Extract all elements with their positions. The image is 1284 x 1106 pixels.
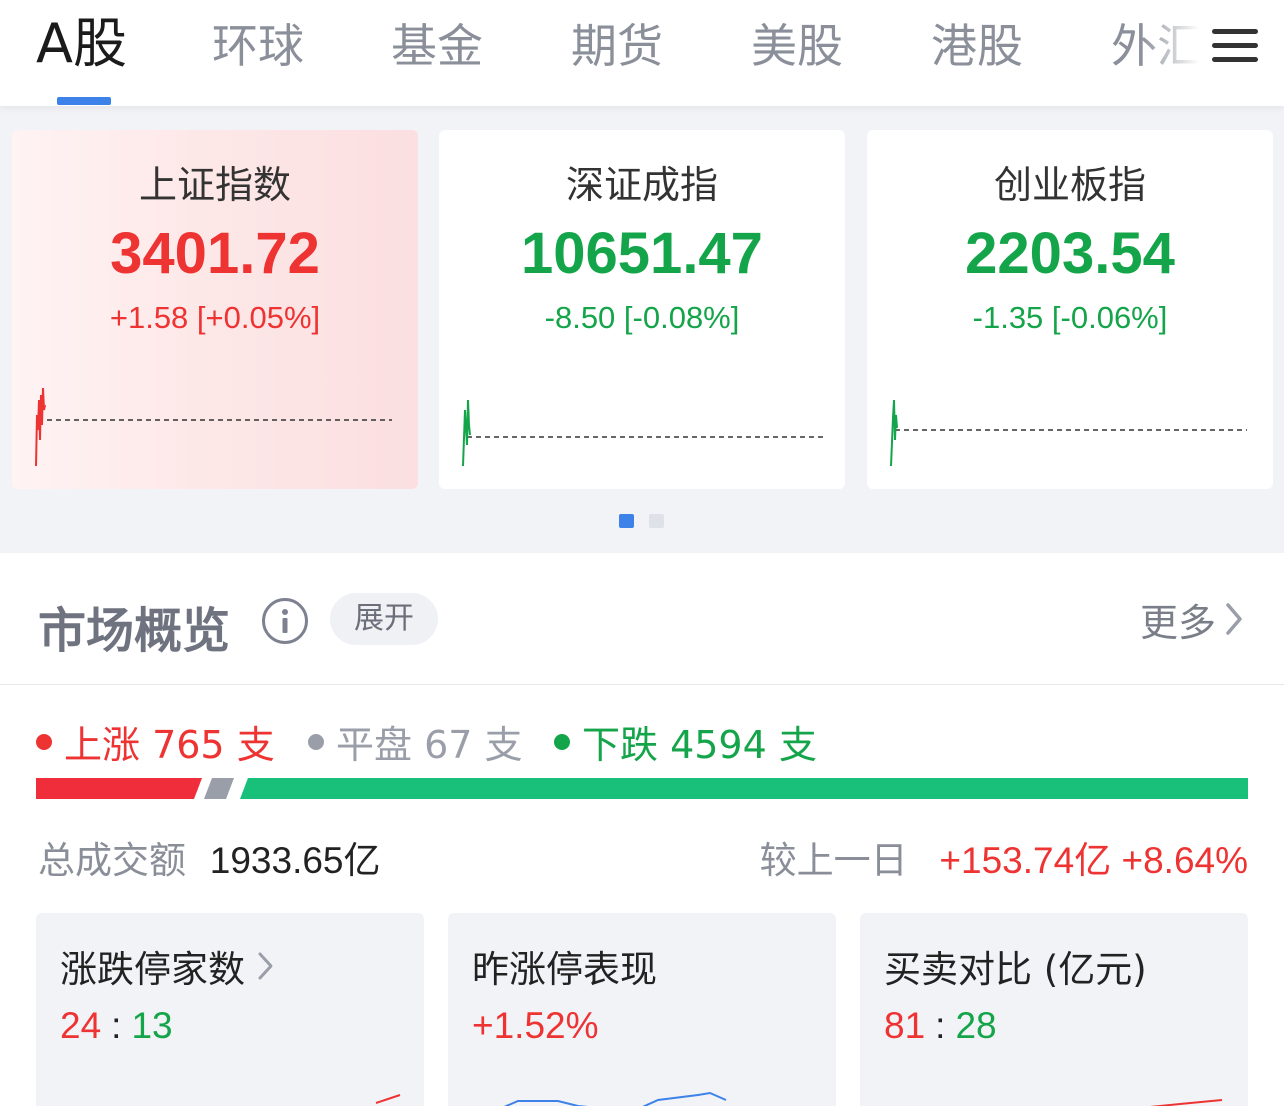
advancers-label: 上涨 765 支 — [64, 723, 275, 767]
index-card-shenzhen[interactable]: 深证成指 10651.47 -8.50 [-0.08%] — [439, 130, 845, 489]
tab-us-stocks[interactable]: 美股 — [751, 14, 843, 78]
turnover-row: 总成交额 1933.65亿 较上一日 +153.74亿 +8.64% — [38, 830, 1248, 882]
section-title: 市场概览 — [38, 603, 231, 659]
chevron-right-icon — [258, 952, 273, 980]
index-name: 上证指数 — [138, 163, 291, 207]
yesterday-limit-up-card[interactable]: 昨涨停表现 +1.52% — [448, 913, 836, 1106]
index-name: 创业板指 — [993, 163, 1146, 207]
card-sparkline — [503, 1091, 727, 1106]
index-name: 深证成指 — [565, 163, 718, 207]
card-title: 涨跌停家数 — [60, 939, 277, 993]
turnover-compare: 较上一日 +153.74亿 +8.64% — [760, 830, 1248, 884]
flat-dot-icon — [308, 733, 324, 750]
card-title: 昨涨停表现 — [472, 948, 657, 991]
tab-funds[interactable]: 基金 — [391, 14, 483, 78]
sell-amount: 28 — [955, 1005, 997, 1046]
yesterday-limit-performance: +1.52% — [472, 1005, 599, 1046]
expand-button[interactable]: 展开 — [330, 593, 438, 645]
up-dot-icon — [36, 733, 52, 750]
market-overview-header: 市场概览 展开 更多 — [0, 553, 1284, 685]
limit-ratio: 24:13 — [60, 1005, 173, 1046]
card-sparkline — [1149, 1099, 1223, 1106]
limit-up-down-card[interactable]: 涨跌停家数 24:13 — [36, 913, 424, 1106]
buy-sell-ratio: 81:28 — [884, 1005, 997, 1046]
index-cards-carousel: 上证指数 3401.72 +1.58 [+0.05%] 深证成指 10651.4… — [0, 106, 1284, 553]
active-tab-indicator — [57, 97, 111, 105]
buy-sell-ratio-card[interactable]: 买卖对比 (亿元) 81:28 — [860, 913, 1248, 1106]
compare-change: +153.74亿 +8.64% — [939, 840, 1248, 881]
index-card-shanghai[interactable]: 上证指数 3401.72 +1.58 [+0.05%] — [12, 130, 418, 489]
index-sparkline — [890, 399, 1247, 467]
pager-dot-active[interactable] — [619, 514, 634, 528]
breadth-bar — [36, 778, 1248, 799]
more-link[interactable]: 更多 — [1140, 593, 1246, 645]
index-sparkline — [462, 399, 823, 467]
index-change: -8.50 [-0.08%] — [544, 300, 740, 335]
limit-down-count: 13 — [131, 1005, 173, 1046]
turnover-label: 总成交额 — [38, 839, 186, 882]
carousel-pager — [0, 514, 1284, 528]
index-card-chinext[interactable]: 创业板指 2203.54 -1.35 [-0.06%] — [867, 130, 1273, 489]
tab-hk-stocks[interactable]: 港股 — [931, 14, 1023, 78]
decliners-count: 下跌 4594 支 — [554, 714, 817, 769]
unchanged-label: 平盘 67 支 — [336, 723, 523, 767]
info-circle-icon[interactable] — [262, 598, 308, 644]
card-sparkline — [375, 1094, 401, 1104]
limit-up-count: 24 — [60, 1005, 102, 1046]
pager-dot[interactable] — [649, 514, 664, 528]
tab-futures[interactable]: 期货 — [571, 14, 663, 78]
index-value: 3401.72 — [110, 221, 320, 286]
turnover-value: 1933.65亿 — [209, 840, 381, 881]
index-sparkline — [35, 387, 392, 467]
index-change: -1.35 [-0.06%] — [972, 300, 1168, 335]
tab-overflow-fade — [1140, 0, 1210, 100]
breadth-bar-down — [240, 778, 1248, 799]
buy-amount: 81 — [884, 1005, 926, 1046]
unchanged-count: 平盘 67 支 — [308, 714, 523, 769]
more-label: 更多 — [1139, 600, 1216, 645]
card-title: 买卖对比 (亿元) — [884, 948, 1147, 991]
decliners-label: 下跌 4594 支 — [582, 723, 817, 767]
advancers-count: 上涨 765 支 — [36, 714, 275, 769]
breadth-bar-flat — [204, 778, 234, 799]
index-value: 10651.47 — [521, 221, 763, 286]
menu-icon[interactable] — [1212, 27, 1260, 65]
index-value: 2203.54 — [965, 221, 1175, 286]
card-title-text: 涨跌停家数 — [60, 948, 245, 991]
chevron-right-icon — [1226, 603, 1242, 635]
breadth-bar-up — [36, 778, 202, 799]
tab-a-shares[interactable]: A股 — [36, 12, 127, 76]
compare-label: 较上一日 — [759, 839, 908, 882]
tab-global[interactable]: 环球 — [212, 14, 304, 78]
market-tab-bar: A股 环球 基金 期货 美股 港股 外汇 — [0, 0, 1284, 106]
down-dot-icon — [554, 733, 570, 750]
index-change: +1.58 [+0.05%] — [109, 300, 321, 335]
